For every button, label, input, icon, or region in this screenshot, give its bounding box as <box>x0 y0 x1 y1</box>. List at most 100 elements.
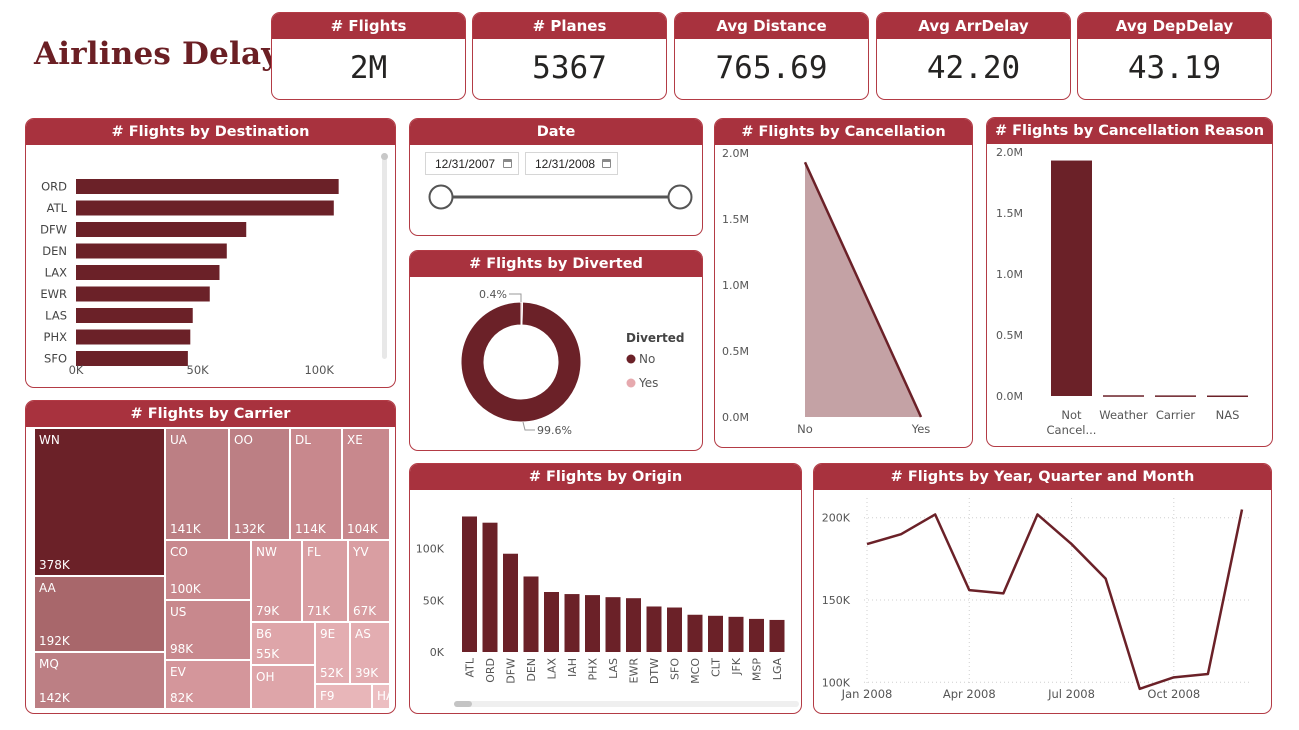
category-label: LAS <box>45 309 67 323</box>
tick-label: 0.0M <box>996 390 1023 403</box>
category-label: MCO <box>689 658 702 684</box>
origin-bar-chart[interactable]: 0K 50K 100K ATL ORD DFW DEN LAX IAH PHX LAS EWR DTW S… <box>410 490 801 713</box>
kpi-value: 42.20 <box>926 50 1021 86</box>
bar <box>769 619 785 652</box>
legend-label: Yes <box>638 376 658 390</box>
treemap-value: 79K <box>256 604 280 618</box>
treemap-cell[interactable]: WN 378K <box>34 428 165 576</box>
bar <box>708 615 723 652</box>
scrollbar-thumb[interactable] <box>381 153 388 160</box>
chart-title: # Flights by Cancellation <box>715 119 972 145</box>
category-label: LAX <box>546 658 559 680</box>
treemap-cell[interactable]: UA 141K <box>165 428 229 540</box>
kpi-planes-card[interactable]: # Planes 5367 <box>472 12 667 100</box>
treemap-cell[interactable]: EV 82K <box>165 660 251 709</box>
monthly-trend-chart-card[interactable]: # Flights by Year, Quarter and Month 100… <box>813 463 1272 714</box>
calendar-icon[interactable] <box>503 159 512 168</box>
slider-start-handle[interactable] <box>428 184 454 210</box>
bar <box>544 592 559 652</box>
treemap-cell[interactable]: FL 71K <box>302 540 348 622</box>
treemap-cell[interactable]: AS 39K <box>350 622 390 684</box>
category-label: EWR <box>628 658 641 684</box>
treemap-cell[interactable]: 9E 52K <box>315 622 350 684</box>
treemap-label: UA <box>170 433 187 447</box>
cancellation-reason-chart-card[interactable]: # Flights by Cancellation Reason 0.0M 0.5… <box>986 117 1273 447</box>
treemap-value: 142K <box>39 691 70 705</box>
leader-line <box>522 421 535 431</box>
bar <box>76 179 339 194</box>
treemap-cell[interactable]: CO 100K <box>165 540 251 600</box>
horizontal-scrollbar[interactable] <box>454 701 799 707</box>
end-date-field[interactable]: 12/31/2008 <box>525 152 618 175</box>
kpi-label: Avg DepDelay <box>1078 13 1271 39</box>
tick-label: Jul 2008 <box>1047 687 1095 701</box>
treemap-cell[interactable]: HA <box>372 684 394 709</box>
category-label: JFK <box>730 657 743 676</box>
bar <box>585 595 600 652</box>
scrollbar-thumb[interactable] <box>454 701 472 707</box>
treemap-label: YV <box>353 545 369 559</box>
tick-label: 0.5M <box>996 329 1023 342</box>
tick-label: 1.5M <box>996 207 1023 220</box>
treemap-value: 67K <box>353 604 377 618</box>
start-date-value: 12/31/2007 <box>435 157 496 171</box>
tick-label: 100K <box>304 363 334 377</box>
category-label: Cancel... <box>1047 423 1097 437</box>
cancellation-chart-card[interactable]: # Flights by Cancellation 0.0M 0.5M 1.0M 1.… <box>714 118 973 448</box>
tick-label: 2.0M <box>722 147 749 160</box>
category-label: ATL <box>464 657 477 677</box>
category-label: DEN <box>525 658 538 682</box>
category-label: ORD <box>484 658 497 683</box>
category-label: SFO <box>44 352 67 366</box>
bar <box>1051 160 1092 396</box>
cancellation-reason-bar-chart[interactable]: 0.0M 0.5M 1.0M 1.5M 2.0M NotCancel...Weather C… <box>987 144 1272 446</box>
series-line <box>866 509 1244 691</box>
treemap-cell[interactable]: US 98K <box>165 600 251 660</box>
date-slicer-card[interactable]: Date 12/31/2007 12/31/2008 <box>409 118 703 236</box>
treemap-label: EV <box>170 665 186 679</box>
treemap-cell[interactable]: YV 67K <box>348 540 390 622</box>
tick-label: 0.5M <box>722 345 749 358</box>
category-label: Yes <box>911 422 931 436</box>
treemap-cell[interactable]: B6 55K <box>251 622 315 665</box>
category-label: PHX <box>587 658 600 681</box>
kpi-flights-card[interactable]: # Flights 2M <box>271 12 466 100</box>
category-label: Carrier <box>1156 408 1196 422</box>
destination-chart-card[interactable]: # Flights by Destination ORD ATL DFW DEN LAX… <box>25 118 396 388</box>
treemap-cell[interactable]: DL 114K <box>290 428 342 540</box>
treemap-label: F9 <box>320 689 335 703</box>
destination-chart[interactable]: ORD ATL DFW DEN LAX EWR LAS PHX SFO0K 50K 100K <box>26 145 395 387</box>
treemap-cell[interactable]: AA 192K <box>34 576 165 652</box>
carrier-treemap-card[interactable]: # Flights by Carrier WN 378K AA 192K MQ 142K U… <box>25 400 396 714</box>
chart-title: # Flights by Destination <box>26 119 395 145</box>
treemap-cell[interactable]: XE 104K <box>342 428 390 540</box>
calendar-icon[interactable] <box>602 159 611 168</box>
treemap-cell[interactable]: NW 79K <box>251 540 302 622</box>
bar <box>482 522 498 652</box>
chart-title: # Flights by Cancellation Reason <box>987 118 1272 144</box>
treemap-cell[interactable]: MQ 142K <box>34 652 165 709</box>
kpi-avg-distance-card[interactable]: Avg Distance 765.69 <box>674 12 869 100</box>
monthly-line-chart[interactable]: 100K150K200KJan 2008 Apr 2008 Jul 2008 Oct … <box>814 490 1271 713</box>
treemap-cell[interactable]: OO 132K <box>229 428 290 540</box>
cancellation-area-chart[interactable]: 0.0M 0.5M 1.0M 1.5M 2.0M No Yes <box>715 145 972 447</box>
carrier-treemap[interactable]: WN 378K AA 192K MQ 142K UA 141K OO 132K DL 114K XE 10… <box>34 428 394 709</box>
data-label: 0.4% <box>479 288 507 301</box>
date-range-slider[interactable] <box>410 177 702 217</box>
origin-chart-card[interactable]: # Flights by Origin 0K 50K 100K ATL ORD DFW DE… <box>409 463 802 714</box>
treemap-value: 141K <box>170 522 201 536</box>
bar <box>1207 395 1248 398</box>
start-date-field[interactable]: 12/31/2007 <box>425 152 519 175</box>
tick-label: 1.0M <box>722 279 749 292</box>
treemap-cell[interactable]: F9 <box>315 684 372 709</box>
treemap-label: MQ <box>39 657 59 671</box>
tick-label: 0.0M <box>722 411 749 424</box>
slider-end-handle[interactable] <box>667 184 693 210</box>
diverted-donut-chart[interactable]: 0.4% 99.6% Diverted No Yes <box>410 277 702 450</box>
diverted-chart-card[interactable]: # Flights by Diverted 0.4% 99.6% Diverted N… <box>409 250 703 451</box>
treemap-cell[interactable]: OH <box>251 665 315 709</box>
kpi-avg-arrdelay-card[interactable]: Avg ArrDelay 42.20 <box>876 12 1071 100</box>
vertical-scrollbar[interactable] <box>381 153 388 359</box>
kpi-value: 2M <box>349 50 388 86</box>
kpi-avg-depdelay-card[interactable]: Avg DepDelay 43.19 <box>1077 12 1272 100</box>
